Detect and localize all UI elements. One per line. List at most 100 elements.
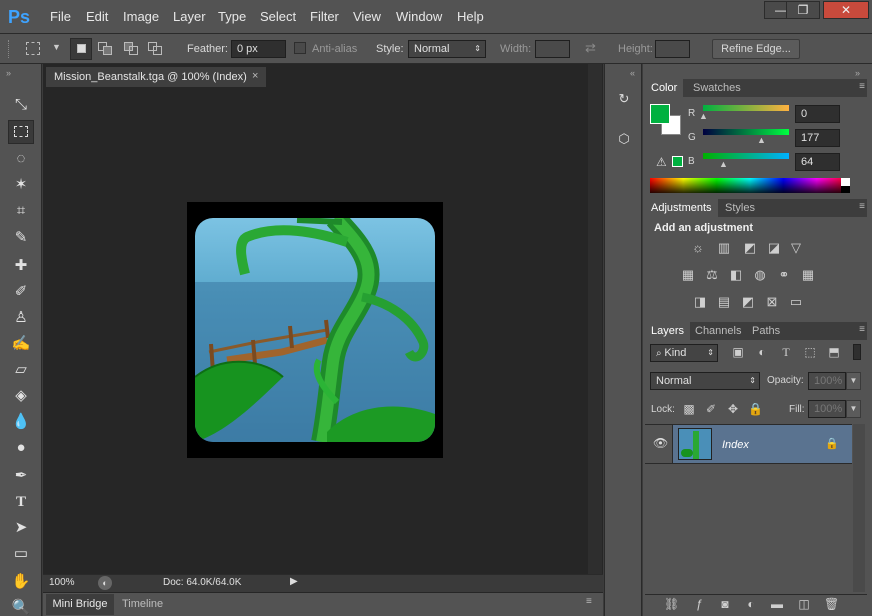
invert-icon[interactable]: ◨ [690,293,710,311]
new-layer-icon[interactable]: ◫ [797,597,811,613]
menu-help[interactable]: Help [457,9,484,24]
paint-bucket-tool-icon[interactable]: ◈ [8,384,34,408]
menu-type[interactable]: Type [218,9,246,24]
tab-color[interactable]: Color [645,79,684,97]
adjustments-panel-menu-icon[interactable]: ≡ [859,201,865,212]
g-value-input[interactable]: 177 [795,129,840,147]
history-brush-tool-icon[interactable]: ✍ [8,332,34,356]
b-slider[interactable] [703,153,789,159]
selective-color-icon[interactable]: ⊠ [762,293,782,311]
crop-tool-icon[interactable]: ⌗ [8,199,34,223]
blur-tool-icon[interactable]: 💧 [8,410,34,434]
lock-transparent-icon[interactable]: ▩ [682,402,696,418]
layer-style-icon[interactable]: ƒ [692,597,706,613]
magic-wand-tool-icon[interactable]: ✶ [8,173,34,197]
fill-input[interactable]: 100% [808,400,846,418]
filter-pixel-icon[interactable]: ▣ [730,345,746,361]
lock-paint-icon[interactable]: ✐ [704,402,718,418]
status-menu-arrow-icon[interactable]: ▶ [290,576,298,587]
r-value-input[interactable]: 0 [795,105,840,123]
image-canvas[interactable] [187,202,443,458]
brightness-contrast-icon[interactable]: ☼ [688,239,708,257]
layers-panel-menu-icon[interactable]: ≡ [859,324,865,335]
posterize-icon[interactable]: ▤ [714,293,734,311]
tab-mini-bridge[interactable]: Mini Bridge [46,594,114,615]
tab-close-icon[interactable]: × [252,70,258,82]
hand-tool-icon[interactable]: ✋ [8,570,34,594]
filter-smart-object-icon[interactable]: ⬒ [826,345,842,361]
tab-paths[interactable]: Paths [746,322,786,340]
panel-collapse-icon[interactable]: » [855,68,860,78]
spectrum-white[interactable] [841,178,850,186]
chevron-down-icon[interactable]: ▼ [52,42,61,52]
layer-name[interactable]: Index [722,439,749,451]
menu-layer[interactable]: Layer [173,9,206,24]
antialias-checkbox[interactable] [294,42,306,54]
new-selection-button[interactable] [70,38,92,60]
history-panel-icon[interactable]: ↻ [614,91,634,111]
menu-window[interactable]: Window [396,9,442,24]
lasso-tool-icon[interactable]: ◌ [8,147,34,171]
zoom-tool-icon[interactable]: 🔍 [8,596,34,616]
blend-mode-select[interactable]: Normal ⇕ [650,372,760,390]
feather-input[interactable]: 0 px [231,40,286,58]
type-tool-icon[interactable]: T [8,490,34,514]
r-slider[interactable] [703,105,789,111]
gradient-map-icon[interactable]: ▭ [786,293,806,311]
new-adjustment-layer-icon[interactable]: ◐ [744,597,758,613]
healing-brush-tool-icon[interactable]: ✚ [8,254,34,278]
move-tool-icon[interactable]: ⤡ [8,93,34,117]
gamut-warning-icon[interactable]: ⚠ [656,155,667,169]
black-white-icon[interactable]: ◧ [726,266,746,284]
vibrance-icon[interactable]: ▽ [786,239,806,257]
swap-arrows-icon[interactable]: ⇄ [585,40,596,56]
tab-swatches[interactable]: Swatches [687,79,747,97]
add-to-selection-button[interactable] [98,42,114,56]
rect-marquee-tool-icon[interactable] [8,120,34,144]
status-info-icon[interactable]: ◐ [98,576,112,590]
opacity-dropdown-icon[interactable]: ▼ [846,372,861,390]
filter-toggle-switch[interactable] [853,344,861,360]
b-value-input[interactable]: 64 [795,153,840,171]
photo-filter-icon[interactable]: ◍ [750,266,770,284]
layer-filter-kind-select[interactable]: ⌕ Kind ⇕ [650,344,718,362]
r-slider-thumb-icon[interactable]: ▲ [699,111,708,121]
tab-channels[interactable]: Channels [689,322,747,340]
eraser-tool-icon[interactable]: ▱ [8,358,34,382]
style-select[interactable]: Normal ⇕ [408,40,486,58]
gamut-color-swatch[interactable] [672,156,683,167]
color-lookup-icon[interactable]: ▦ [798,266,818,284]
filter-shape-icon[interactable]: ⬚ [802,345,818,361]
layer-row[interactable]: 👁 Index 🔒 [645,424,852,464]
width-input[interactable] [535,40,570,58]
spectrum-black[interactable] [841,186,850,193]
rectangle-tool-icon[interactable]: ▭ [8,542,34,566]
properties-panel-icon[interactable]: ⬡ [614,131,634,151]
path-selection-tool-icon[interactable]: ➤ [8,516,34,540]
curves-icon[interactable]: ◩ [740,239,760,257]
layer-mask-icon[interactable]: ◙ [718,597,732,613]
brush-tool-icon[interactable]: ✐ [8,280,34,304]
intersect-selection-button[interactable] [148,42,164,56]
new-group-icon[interactable]: ▬ [770,597,784,613]
menu-file[interactable]: File [50,9,71,24]
tab-timeline[interactable]: Timeline [122,594,163,615]
refine-edge-button[interactable]: Refine Edge... [712,39,800,59]
menu-image[interactable]: Image [123,9,159,24]
pen-tool-icon[interactable]: ✒ [8,464,34,488]
lock-position-icon[interactable]: ✥ [726,402,740,418]
visibility-cell[interactable]: 👁 [645,425,673,463]
height-input[interactable] [655,40,690,58]
channel-mixer-icon[interactable]: ⚭ [774,266,794,284]
color-balance-icon[interactable]: ⚖ [702,266,722,284]
tab-layers[interactable]: Layers [645,322,691,340]
lock-all-icon[interactable]: 🔒 [748,402,763,418]
vertical-scrollbar[interactable] [588,64,602,574]
subtract-selection-button[interactable] [124,42,140,56]
menu-edit[interactable]: Edit [86,9,108,24]
clone-stamp-tool-icon[interactable]: ♙ [8,306,34,330]
panel-menu-icon[interactable]: ≡ [586,596,592,607]
document-tab[interactable]: Mission_Beanstalk.tga @ 100% (Index) [46,67,266,87]
menu-filter[interactable]: Filter [310,9,339,24]
foreground-color-swatch[interactable] [650,104,670,124]
